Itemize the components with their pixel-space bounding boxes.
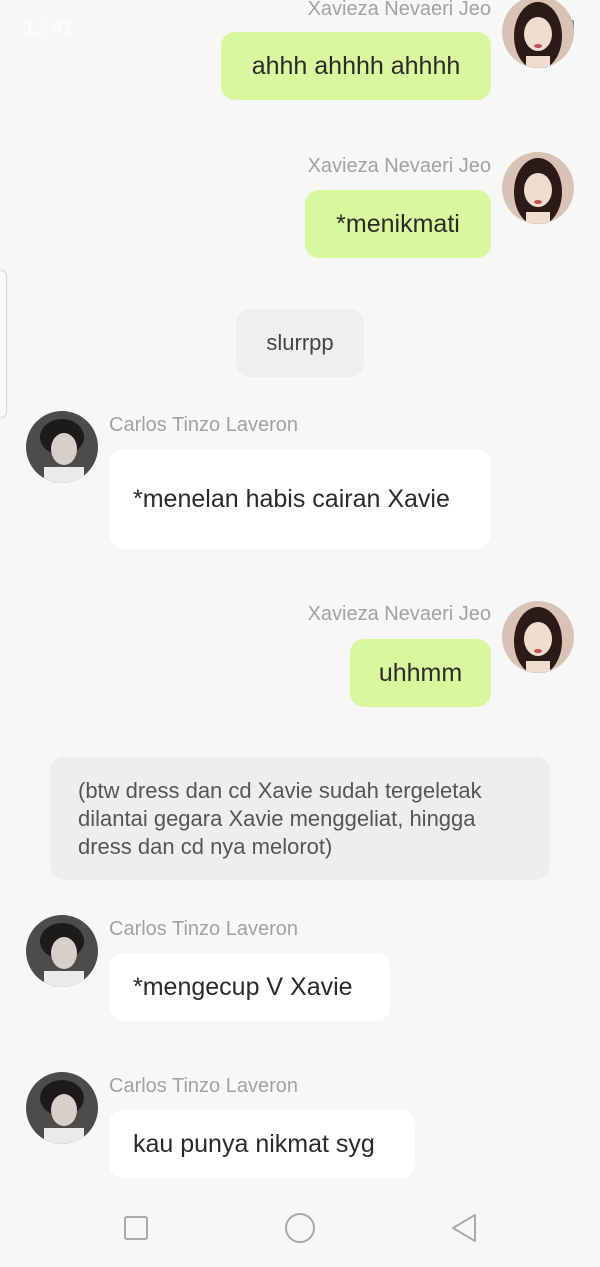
chat-screen: 12.41 67 Xavieza Nevaeri Jeo ahhh ahhhh … [0, 0, 600, 1267]
home-button[interactable] [278, 1210, 322, 1246]
sender-name: Carlos Tinzo Laveron [109, 414, 298, 436]
square-icon [124, 1216, 148, 1240]
sender-name: Carlos Tinzo Laveron [109, 1075, 298, 1097]
message-bubble-sent[interactable]: ahhh ahhhh ahhhh [221, 32, 491, 100]
message-bubble-received[interactable]: *mengecup V Xavie [109, 953, 390, 1021]
sender-name: Xavieza Nevaeri Jeo [307, 0, 491, 20]
narration-message: (btw dress dan cd Xavie sudah tergeletak… [50, 757, 550, 880]
navigation-bar [0, 1188, 600, 1267]
message-bubble-received[interactable]: kau punya nikmat syg [109, 1110, 415, 1178]
recents-button[interactable] [114, 1210, 158, 1246]
sender-name: Carlos Tinzo Laveron [109, 918, 298, 940]
female-avatar[interactable] [502, 152, 574, 224]
back-button[interactable] [442, 1210, 486, 1246]
male-avatar[interactable] [26, 1072, 98, 1144]
status-time: 12.41 [24, 18, 75, 39]
circle-icon [285, 1213, 315, 1243]
male-avatar[interactable] [26, 411, 98, 483]
male-avatar[interactable] [26, 915, 98, 987]
system-message: slurrpp [236, 309, 364, 377]
message-bubble-received[interactable]: *menelan habis cairan Xavie [109, 449, 491, 549]
message-bubble-sent[interactable]: uhhmm [350, 639, 491, 707]
female-avatar[interactable] [502, 601, 574, 673]
triangle-back-icon [452, 1214, 476, 1242]
sender-name: Xavieza Nevaeri Jeo [307, 603, 491, 625]
message-bubble-sent[interactable]: *menikmati [305, 190, 491, 258]
edge-panel-handle[interactable] [0, 270, 7, 418]
sender-name: Xavieza Nevaeri Jeo [307, 155, 491, 177]
